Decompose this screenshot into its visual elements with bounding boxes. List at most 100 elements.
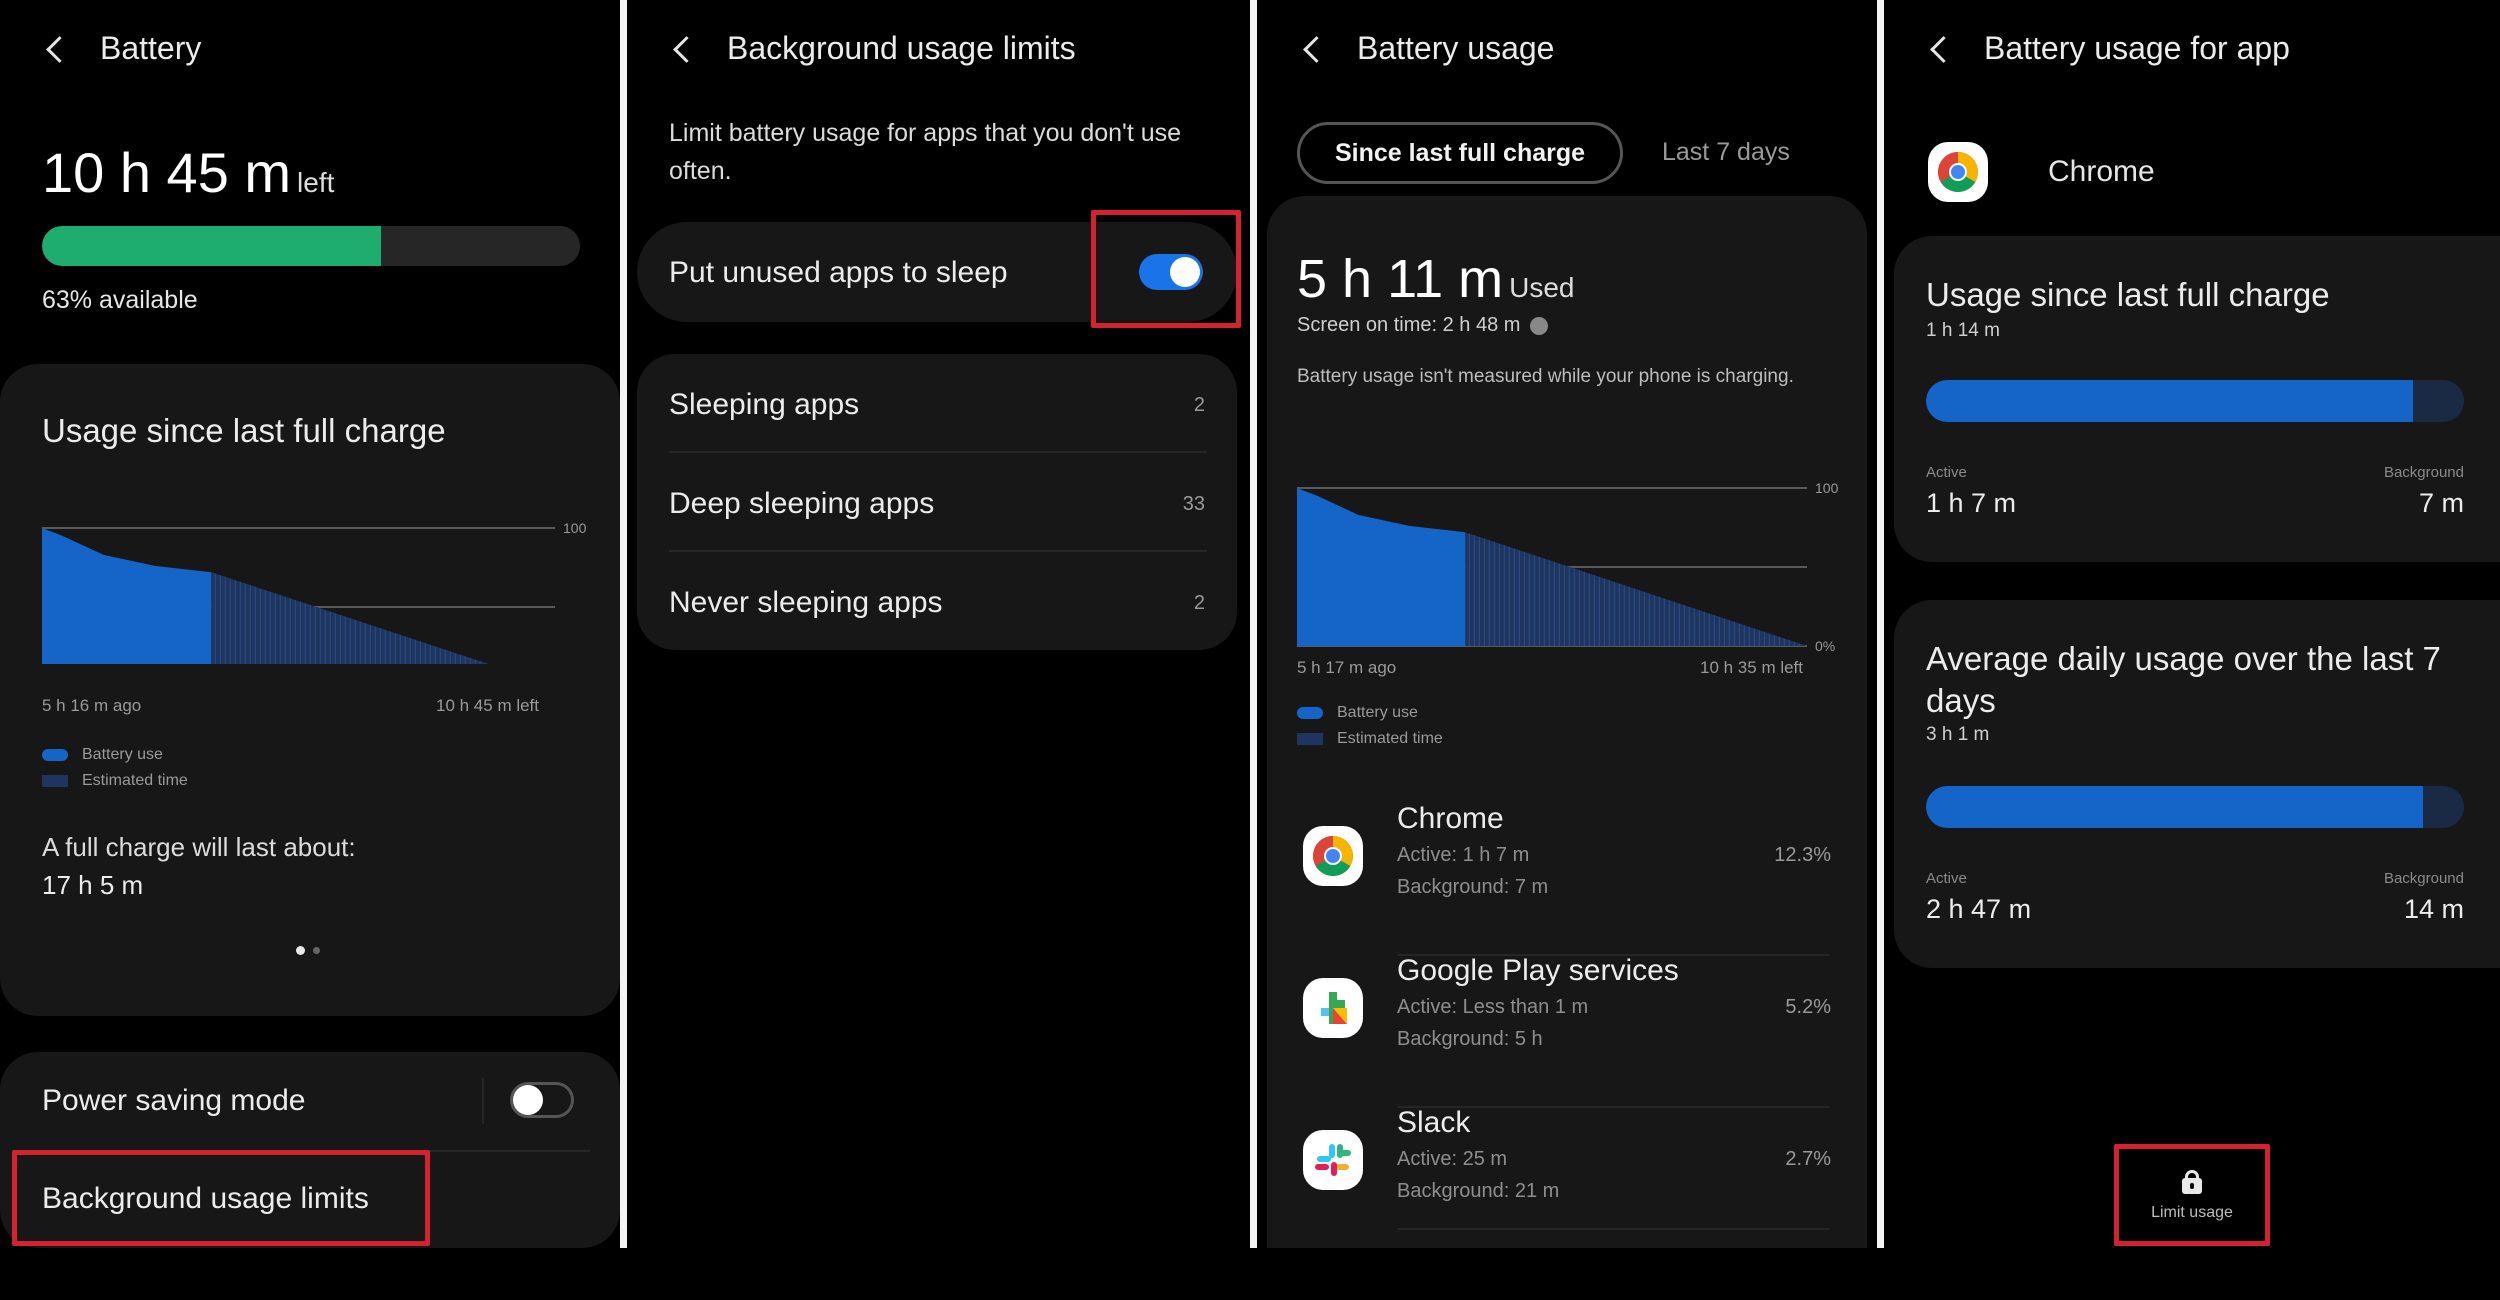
page-title: Battery usage	[1357, 30, 1555, 66]
usage-chart: 1000%	[1297, 480, 1839, 654]
active-value: 1 h 7 m	[1926, 488, 2017, 518]
legend-label: Estimated time	[1337, 730, 1443, 747]
legend-label: Estimated time	[82, 772, 188, 789]
active-usage-fill	[1926, 380, 2413, 422]
app-active-time: Active: Less than 1 m	[1397, 996, 1589, 1018]
list-item-count: 2	[1193, 394, 1205, 416]
usage-card[interactable]: Usage since last full charge 1000% 5 h 1…	[0, 364, 620, 1016]
legend-swatch-estimated-time	[1297, 733, 1323, 745]
list-item-deep-sleeping-apps[interactable]: Deep sleeping apps 33	[637, 453, 1237, 549]
battery-header: Battery	[0, 30, 201, 67]
app-percent: 2.7%	[1785, 1148, 1831, 1170]
list-item-count: 33	[1182, 493, 1205, 515]
power-saving-label: Power saving mode	[42, 1084, 306, 1117]
tab-last-7-days[interactable]: Last 7 days	[1662, 138, 1790, 167]
battery-level-bar	[42, 226, 580, 266]
power-saving-divider	[482, 1078, 484, 1124]
legend: Battery use Estimated time	[1297, 700, 1443, 752]
app-row-google-play-services[interactable]: Google Play services Active: Less than 1…	[1267, 946, 1867, 1096]
chrome-icon	[1928, 142, 1988, 202]
active-label: Active	[1926, 870, 1967, 887]
battery-use-area	[1297, 488, 1466, 646]
legend-swatch-estimated-time	[42, 775, 68, 787]
screen-on-time-text: Screen on time: 2 h 48 m	[1297, 314, 1521, 336]
app-active-time: Active: 1 h 7 m	[1397, 844, 1530, 866]
app-percent: 12.3%	[1774, 844, 1831, 866]
y-tick-label: 0%	[1815, 638, 1835, 654]
list-item-count: 2	[1193, 592, 1205, 614]
card-title: Average daily usage over the last 7 days	[1926, 640, 2441, 719]
app-usage-panel: Battery usage for app Chrome Usage since…	[1884, 0, 2500, 1248]
slack-icon	[1303, 1130, 1363, 1190]
chart-x-start-label: 5 h 16 m ago	[42, 696, 142, 715]
app-background-time: Background: 21 m	[1397, 1180, 1560, 1202]
page-indicator	[296, 946, 320, 955]
app-name: Slack	[1397, 1106, 1471, 1139]
app-row-slack[interactable]: Slack Active: 25 m Background: 21 m 2.7%	[1267, 1098, 1867, 1248]
tab-label: Last 7 days	[1662, 138, 1790, 166]
row-separator	[1397, 1228, 1829, 1230]
legend-swatch-battery-use	[42, 749, 68, 761]
legend: Battery use Estimated time	[42, 742, 188, 794]
tab-since-last-full-charge[interactable]: Since last full charge	[1297, 122, 1623, 184]
description: Limit battery usage for apps that you do…	[669, 119, 1182, 185]
power-saving-row[interactable]: Power saving mode	[0, 1052, 620, 1150]
panel-divider	[1250, 0, 1257, 1248]
card-title: Usage since last full charge	[1926, 276, 2330, 313]
panel-divider	[620, 0, 627, 1248]
active-label: Active	[1926, 464, 1967, 481]
page-title: Battery	[100, 30, 202, 66]
active-usage-fill	[1926, 786, 2423, 828]
highlight-box	[12, 1150, 430, 1246]
usage-card: 5 h 11 m Used Screen on time: 2 h 48 m Ba…	[1267, 196, 1867, 1248]
app-background-time: Background: 7 m	[1397, 876, 1549, 898]
charging-note: Battery usage isn't measured while your …	[1297, 366, 1794, 387]
used-time: 5 h 11 m Used	[1297, 248, 1575, 310]
list-item-label: Deep sleeping apps	[669, 487, 935, 520]
back-arrow-icon[interactable]	[1928, 32, 1950, 66]
app-row-chrome[interactable]: Chrome Active: 1 h 7 m Background: 7 m 1…	[1267, 794, 1867, 944]
back-arrow-icon[interactable]	[44, 32, 66, 66]
background-label: Background	[2383, 464, 2464, 481]
power-saving-toggle[interactable]	[510, 1082, 574, 1118]
back-arrow-icon[interactable]	[1301, 32, 1323, 66]
legend-label: Battery use	[1337, 704, 1418, 721]
background-limits-panel: Background usage limits Limit battery us…	[627, 0, 1250, 1248]
list-item-sleeping-apps[interactable]: Sleeping apps 2	[637, 354, 1237, 450]
legend-item-estimated-time: Estimated time	[1297, 726, 1443, 752]
panel-divider	[1877, 0, 1884, 1248]
full-charge-label: A full charge will last about:	[42, 832, 356, 862]
put-unused-to-sleep-label: Put unused apps to sleep	[669, 256, 1008, 289]
battery-level-fill	[42, 226, 381, 266]
y-tick-label: 100	[563, 520, 587, 536]
list-item-never-sleeping-apps[interactable]: Never sleeping apps 2	[637, 552, 1237, 648]
usage-chart: 1000%	[42, 520, 587, 664]
battery-panel: Battery 10 h 45 m left 63% available Usag…	[0, 0, 620, 1248]
available-text: 63% available	[42, 286, 198, 314]
legend-item-battery-use: Battery use	[1297, 700, 1443, 726]
back-arrow-icon[interactable]	[671, 32, 693, 66]
app-header: Chrome	[1928, 142, 2155, 202]
time-left-value: 10 h 45 m	[42, 141, 292, 204]
estimated-time-area	[1465, 532, 1807, 646]
last-7-days-card: Average daily usage over the last 7 days…	[1894, 600, 2500, 968]
toggle-knob	[513, 1085, 543, 1115]
page-dot-active[interactable]	[296, 946, 305, 955]
page-title: Background usage limits	[727, 30, 1076, 66]
background-value: 7 m	[2418, 488, 2464, 518]
tab-label: Since last full charge	[1334, 138, 1586, 167]
info-icon[interactable]	[1530, 316, 1549, 335]
app-name: Google Play services	[1397, 954, 1679, 987]
active-value: 2 h 47 m	[1926, 894, 2032, 924]
screen-on-time: Screen on time: 2 h 48 m	[1297, 314, 1549, 337]
highlight-box	[1091, 210, 1241, 328]
app-active-time: Active: 25 m	[1397, 1148, 1508, 1170]
chart-x-start-label: 5 h 17 m ago	[1297, 658, 1397, 677]
background-limits-header: Background usage limits	[627, 30, 1076, 67]
app-percent: 5.2%	[1785, 996, 1831, 1018]
card-total: 3 h 1 m	[1926, 724, 1990, 745]
used-time-value: 5 h 11 m	[1297, 249, 1504, 309]
background-value: 14 m	[2403, 894, 2464, 924]
legend-item-battery-use: Battery use	[42, 742, 188, 768]
page-dot[interactable]	[313, 947, 320, 954]
